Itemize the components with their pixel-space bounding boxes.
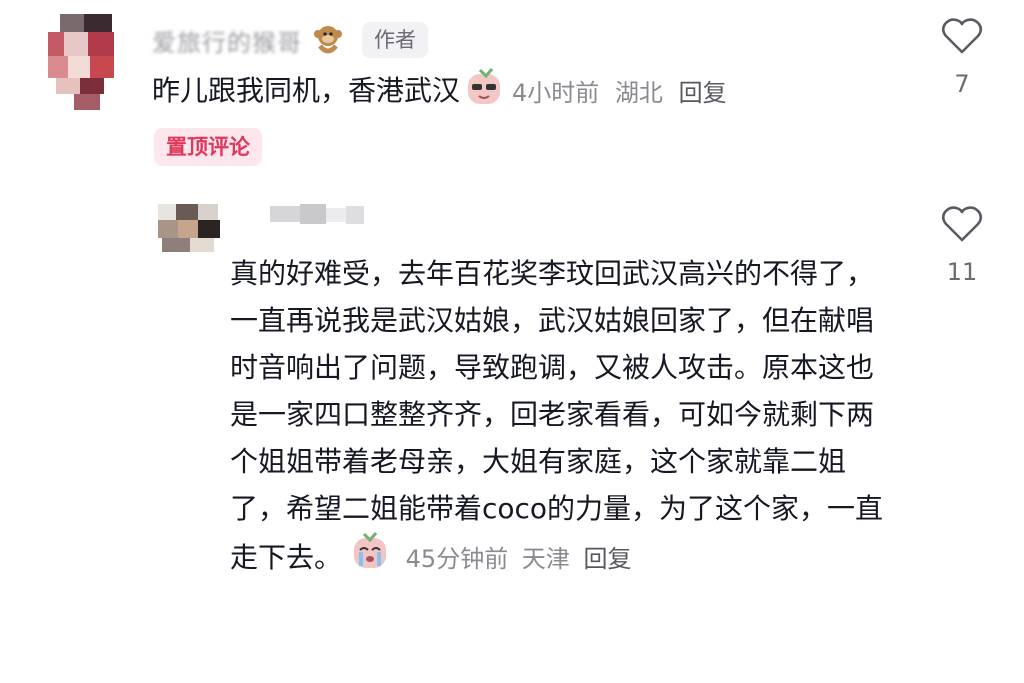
comment2-body: 真的好难受，去年百花奖李玟回武汉高兴的不得了，一直再说我是武汉姑娘，武汉姑娘回家… xyxy=(230,250,894,586)
pinned-comment-tag: 置顶评论 xyxy=(154,128,262,166)
author-badge: 作者 xyxy=(362,22,428,58)
comment1-header: 爱旅行的猴哥 作者 xyxy=(152,20,428,60)
comment1-meta: 4小时前 湖北 回复 xyxy=(512,73,727,108)
heart-outline-icon[interactable] xyxy=(932,16,992,60)
crying-emoji-sticker-icon xyxy=(348,532,392,586)
pinned-comment-label: 置顶评论 xyxy=(154,128,262,166)
comment2-reply-button[interactable]: 回复 xyxy=(583,545,631,573)
comment2-time: 45分钟前 xyxy=(405,545,509,573)
heart-outline-icon[interactable] xyxy=(932,204,992,248)
comment2-location: 天津 xyxy=(521,545,570,573)
comment2-meta: 45分钟前 天津 回复 xyxy=(398,545,632,573)
commenter-avatar-pixelated[interactable] xyxy=(48,14,124,110)
comment1-like-count: 7 xyxy=(954,70,970,98)
comment1-reply-button[interactable]: 回复 xyxy=(679,79,727,107)
comment1-location: 湖北 xyxy=(614,78,663,107)
reply-username-blurred[interactable] xyxy=(270,204,366,230)
comment2-like-count: 11 xyxy=(946,258,978,286)
comment1-like-button[interactable]: 7 xyxy=(932,16,992,98)
reply-avatar-pixelated[interactable] xyxy=(158,204,222,252)
cool-emoji-sticker-icon xyxy=(462,66,506,114)
comment1-username[interactable]: 爱旅行的猴哥 xyxy=(152,23,302,58)
monkey-sticker-icon xyxy=(308,18,348,62)
comment2-text: 真的好难受，去年百花奖李玟回武汉高兴的不得了，一直再说我是武汉姑娘，武汉姑娘回家… xyxy=(230,257,884,574)
comment1-time: 4小时前 xyxy=(512,78,600,107)
comment2-like-button[interactable]: 11 xyxy=(932,204,992,286)
comment1-text: 昨儿跟我同机，香港武汉 xyxy=(152,73,461,107)
comment1-body: 昨儿跟我同机，香港武汉 4小时前 湖北 回复 xyxy=(152,66,727,114)
